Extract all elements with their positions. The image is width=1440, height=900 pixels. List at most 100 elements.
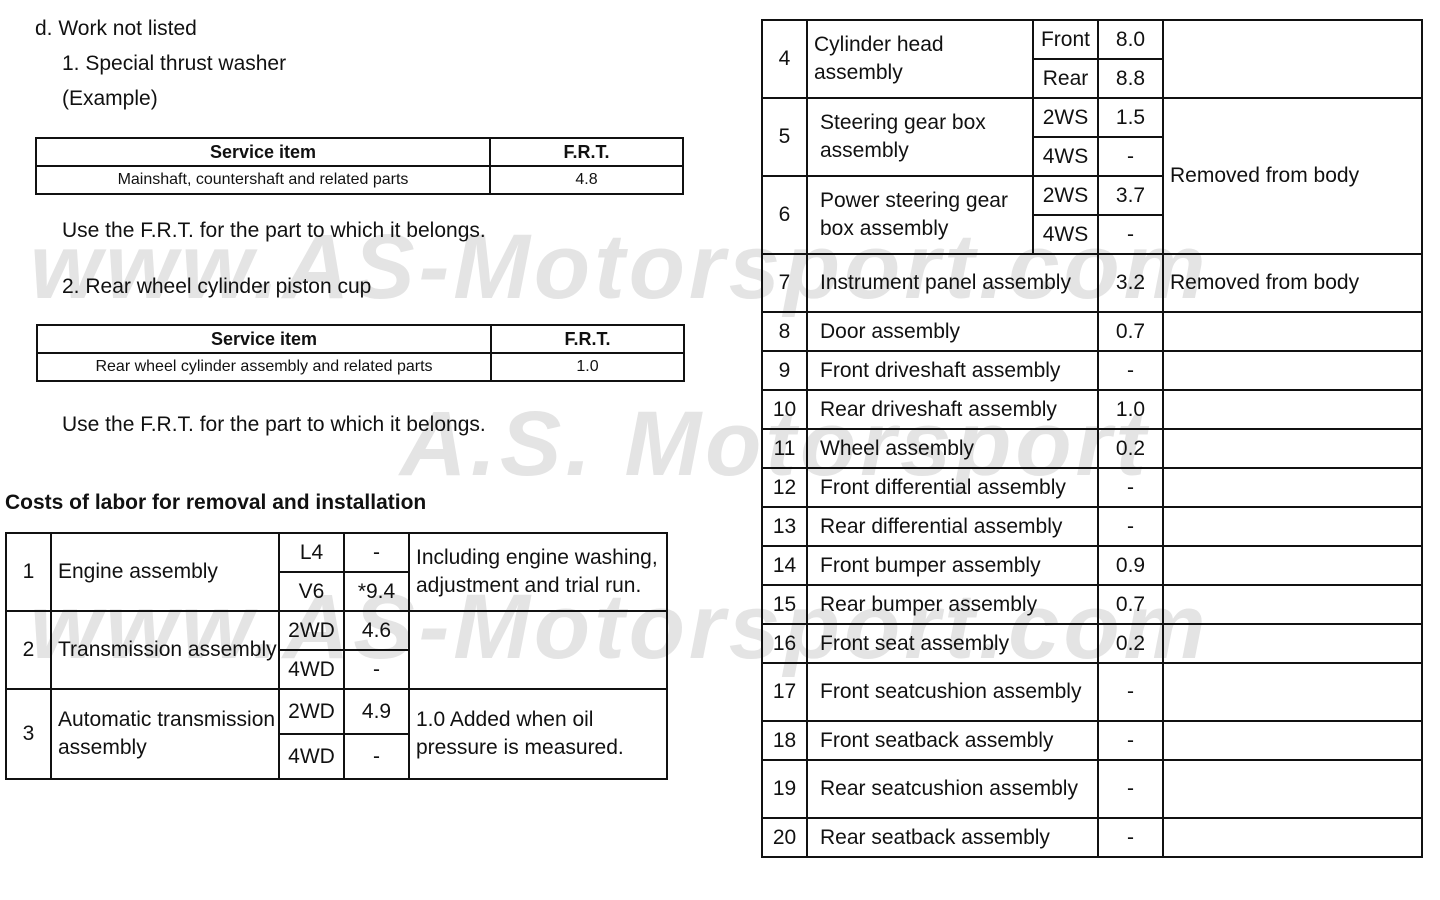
frt-value: 8.8 xyxy=(1097,58,1164,99)
item-name: Transmission assembly xyxy=(50,610,280,690)
frt-value: 0.2 xyxy=(1097,428,1164,469)
item-name: Front seatcushion assembly xyxy=(806,662,1099,722)
remark xyxy=(1162,545,1423,586)
frt-value: - xyxy=(343,532,410,573)
row-number: 13 xyxy=(761,506,808,547)
row-number: 16 xyxy=(761,623,808,664)
frt-value: 0.2 xyxy=(1097,623,1164,664)
item-name: Front bumper assembly xyxy=(806,545,1099,586)
variant: 2WS xyxy=(1032,175,1099,216)
table-row: 15 Rear bumper assembly 0.7 xyxy=(761,584,1423,625)
note-1: Use the F.R.T. for the part to which it … xyxy=(62,219,486,242)
header-frt: F.R.T. xyxy=(490,324,685,354)
table-row: 12 Front differential assembly - xyxy=(761,467,1423,508)
row-number: 5 xyxy=(761,97,808,177)
table-row: 1 Engine assembly L4 - Including engine … xyxy=(5,532,668,612)
remark xyxy=(1162,720,1423,761)
labor-table-left: 1 Engine assembly L4 - Including engine … xyxy=(5,532,668,780)
frt-value: - xyxy=(343,733,410,780)
item2-title: 2. Rear wheel cylinder piston cup xyxy=(62,275,372,298)
variant: 2WD xyxy=(278,688,345,735)
table-row: 10 Rear driveshaft assembly 1.0 xyxy=(761,389,1423,430)
item-name: Rear differential assembly xyxy=(806,506,1099,547)
variant: V6 xyxy=(278,571,345,612)
frt-cell: 4.8 xyxy=(489,165,684,195)
item1-title: 1. Special thrust washer xyxy=(62,52,287,75)
frt-value: 0.7 xyxy=(1097,311,1164,352)
table-row: 9 Front driveshaft assembly - xyxy=(761,350,1423,391)
variant: 4WS xyxy=(1032,136,1099,177)
service-item-cell: Rear wheel cylinder assembly and related… xyxy=(36,352,492,382)
table-row: 13 Rear differential assembly - xyxy=(761,506,1423,547)
labor-heading: Costs of labor for removal and installat… xyxy=(5,491,427,514)
table-row: 2 Transmission assembly 2WD 4.6 xyxy=(5,610,668,690)
item-name: Cylinder head assembly xyxy=(806,19,1034,99)
remark xyxy=(1162,389,1423,430)
item-name: Wheel assembly xyxy=(806,428,1099,469)
remark xyxy=(1162,428,1423,469)
frt-value: 8.0 xyxy=(1097,19,1164,60)
frt-value: 1.5 xyxy=(1097,97,1164,138)
variant: 2WD xyxy=(278,610,345,651)
table-row: Mainshaft, countershaft and related part… xyxy=(35,165,684,195)
remark: Including engine washing, adjustment and… xyxy=(408,532,668,612)
labor-table-right: 4 Cylinder head assembly Front 8.0 Rear … xyxy=(761,19,1423,858)
table-row: 8 Door assembly 0.7 xyxy=(761,311,1423,352)
frt-value: - xyxy=(1097,467,1164,508)
frt-value: - xyxy=(1097,817,1164,858)
remark xyxy=(1162,506,1423,547)
item-name: Steering gear box assembly xyxy=(806,97,1034,177)
variant: L4 xyxy=(278,532,345,573)
frt-value: 0.9 xyxy=(1097,545,1164,586)
item-name: Engine assembly xyxy=(50,532,280,612)
frt-table-2: Service item F.R.T. Rear wheel cylinder … xyxy=(36,324,685,382)
remark xyxy=(1162,350,1423,391)
remark xyxy=(1162,19,1423,99)
item-name: Rear bumper assembly xyxy=(806,584,1099,625)
row-number: 7 xyxy=(761,253,808,313)
example-label: (Example) xyxy=(62,87,158,110)
remark: 1.0 Added when oil pressure is measured. xyxy=(408,688,668,780)
item-name: Instrument panel assembly xyxy=(806,253,1099,313)
row-number: 10 xyxy=(761,389,808,430)
table-row: 20 Rear seatback assembly - xyxy=(761,817,1423,858)
service-item-cell: Mainshaft, countershaft and related part… xyxy=(35,165,491,195)
table-row: 7 Instrument panel assembly 3.2 Removed … xyxy=(761,253,1423,313)
frt-value: - xyxy=(1097,350,1164,391)
frt-value: - xyxy=(1097,662,1164,722)
row-number: 18 xyxy=(761,720,808,761)
frt-cell: 1.0 xyxy=(490,352,685,382)
remark xyxy=(1162,467,1423,508)
item-name: Rear seatback assembly xyxy=(806,817,1099,858)
item-name: Front seatback assembly xyxy=(806,720,1099,761)
variant: Rear xyxy=(1032,58,1099,99)
row-number: 3 xyxy=(5,688,52,780)
row-number: 4 xyxy=(761,19,808,99)
remark: Removed from body xyxy=(1162,253,1423,313)
frt-value: 3.7 xyxy=(1097,175,1164,216)
variant: Front xyxy=(1032,19,1099,60)
table-row: 19 Rear seatcushion assembly - xyxy=(761,759,1423,819)
item-name: Door assembly xyxy=(806,311,1099,352)
remark xyxy=(1162,311,1423,352)
variant: 4WD xyxy=(278,649,345,690)
frt-table-1: Service item F.R.T. Mainshaft, countersh… xyxy=(35,137,684,195)
row-number: 19 xyxy=(761,759,808,819)
item-name: Front driveshaft assembly xyxy=(806,350,1099,391)
row-number: 14 xyxy=(761,545,808,586)
row-number: 1 xyxy=(5,532,52,612)
remark: Removed from body xyxy=(1162,97,1423,255)
variant: 4WD xyxy=(278,733,345,780)
variant: 2WS xyxy=(1032,97,1099,138)
table-row: 4 Cylinder head assembly Front 8.0 xyxy=(761,19,1423,99)
frt-value: - xyxy=(1097,136,1164,177)
frt-value: 4.6 xyxy=(343,610,410,651)
item-name: Power steering gear box assembly xyxy=(806,175,1034,255)
frt-value: 1.0 xyxy=(1097,389,1164,430)
item-name: Rear seatcushion assembly xyxy=(806,759,1099,819)
row-number: 9 xyxy=(761,350,808,391)
table-row: 3 Automatic transmission assembly 2WD 4.… xyxy=(5,688,668,780)
table-row: 18 Front seatback assembly - xyxy=(761,720,1423,761)
row-number: 2 xyxy=(5,610,52,690)
remark xyxy=(1162,584,1423,625)
